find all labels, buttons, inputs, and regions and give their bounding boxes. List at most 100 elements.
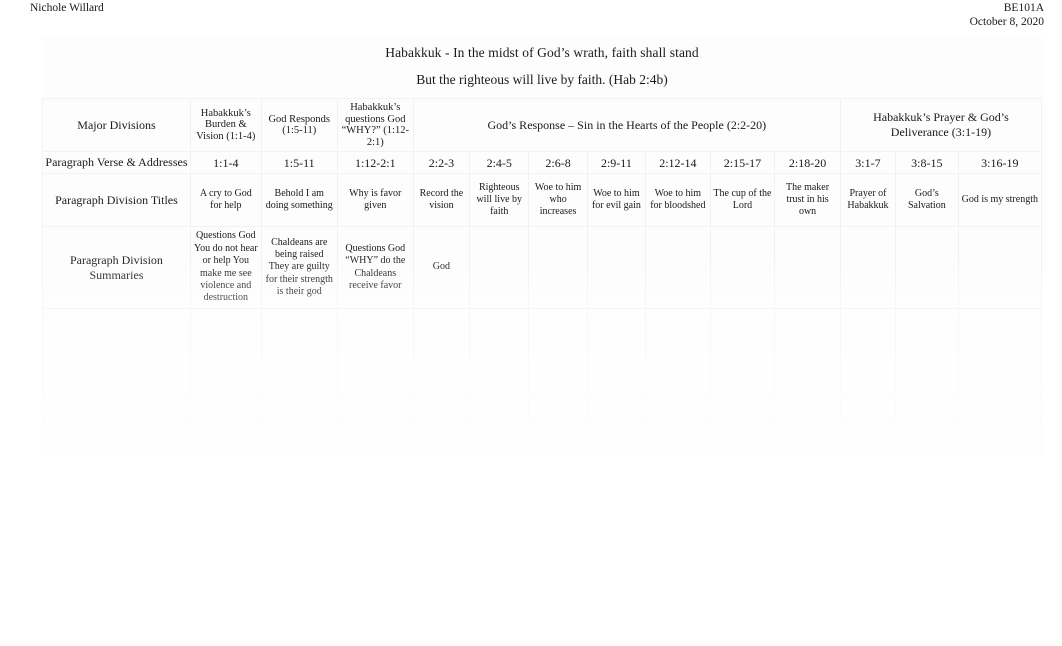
major-division-cell-2: God Responds (1:5-11) xyxy=(260,97,338,153)
lesson-cell-3 xyxy=(336,392,414,423)
verse-address-cell-12: 3:8-15 xyxy=(895,151,959,175)
division-title-cell-7: Woe to him for evil gain xyxy=(586,173,647,228)
document-subtitle: But the righteous will live by faith. (H… xyxy=(416,72,668,87)
division-title-cell-9: The cup of the Lord xyxy=(709,173,776,228)
application-cell-11 xyxy=(839,421,897,454)
observation-cell-5 xyxy=(469,307,530,394)
division-summary-cell-4: God xyxy=(412,226,471,309)
bottom-note xyxy=(48,486,1028,488)
major-division-cell-4: God’s Response – Sin in the Hearts of th… xyxy=(412,97,841,153)
lesson-cell-1 xyxy=(189,392,262,423)
application-cell-6 xyxy=(528,421,588,454)
verse-address-cell-3: 1:12-2:1 xyxy=(336,151,414,175)
table-row-division-summaries: Paragraph Division Summaries Questions G… xyxy=(42,226,1043,309)
division-title-cell-8: Woe to him for bloodshed xyxy=(645,173,711,228)
verse-address-cell-10: 2:18-20 xyxy=(774,151,841,175)
application-cell-8 xyxy=(645,421,711,454)
division-title-cell-13: God is my strength xyxy=(957,173,1043,228)
lesson-cell-13 xyxy=(957,392,1043,423)
verse-address-cell-2: 1:5-11 xyxy=(260,151,338,175)
verse-address-cell-13: 3:16-19 xyxy=(957,151,1043,175)
observation-cell-2 xyxy=(260,307,338,394)
observation-cell-10 xyxy=(774,307,841,394)
table-row-major-divisions: Major Divisions Habakkuk’s Burden & Visi… xyxy=(42,97,1043,153)
habakkuk-chart-table: Major Divisions Habakkuk’s Burden & Visi… xyxy=(42,97,1043,454)
verse-address-cell-6: 2:6-8 xyxy=(528,151,588,175)
division-summary-cell-7 xyxy=(586,226,647,309)
lesson-cell-4 xyxy=(412,392,471,423)
division-summary-cell-1: Questions God You do not hear or help Yo… xyxy=(189,226,262,309)
observation-cell-13 xyxy=(957,307,1043,394)
verse-address-cell-9: 2:15-17 xyxy=(709,151,776,175)
course-code: BE101A xyxy=(1003,2,1044,14)
row-label-division-titles: Paragraph Division Titles xyxy=(42,173,191,228)
verse-address-cell-1: 1:1-4 xyxy=(189,151,262,175)
page-header-left: Nichole Willard xyxy=(30,2,104,16)
division-title-cell-3: Why is favor given xyxy=(336,173,414,228)
division-title-cell-2: Behold I am doing something xyxy=(260,173,338,228)
lesson-cell-7 xyxy=(586,392,647,423)
title-block: Habakkuk - In the midst of God’s wrath, … xyxy=(42,37,1042,98)
row-label-observations xyxy=(42,307,191,394)
page-header-right: BE101A October 8, 2020 xyxy=(970,2,1044,29)
division-summary-cell-6 xyxy=(528,226,588,309)
verse-address-cell-7: 2:9-11 xyxy=(586,151,647,175)
division-summary-cell-12 xyxy=(895,226,959,309)
division-summary-cell-2: Chaldeans are being raised They are guil… xyxy=(260,226,338,309)
division-summary-cell-5 xyxy=(469,226,530,309)
application-cell-5 xyxy=(469,421,530,454)
division-title-cell-10: The maker trust in his own xyxy=(774,173,841,228)
division-summary-cell-8 xyxy=(645,226,711,309)
observation-cell-3 xyxy=(336,307,414,394)
lesson-cell-9 xyxy=(709,392,776,423)
scan-fade-band-5 xyxy=(0,490,1062,560)
observation-cell-12 xyxy=(895,307,959,394)
application-cell-10 xyxy=(774,421,841,454)
division-summary-cell-11 xyxy=(839,226,897,309)
division-title-cell-11: Prayer of Habakkuk xyxy=(839,173,897,228)
major-division-cell-3: Habakkuk’s questions God “WHY?” (1:12-2:… xyxy=(336,97,414,153)
lesson-cell-10 xyxy=(774,392,841,423)
division-title-cell-4: Record the vision xyxy=(412,173,471,228)
table-row-lessons xyxy=(42,392,1043,423)
lesson-cell-12 xyxy=(895,392,959,423)
lesson-cell-6 xyxy=(528,392,588,423)
verse-address-cell-5: 2:4-5 xyxy=(469,151,530,175)
observation-cell-7 xyxy=(586,307,647,394)
row-label-major-divisions: Major Divisions xyxy=(42,97,191,153)
lesson-cell-2 xyxy=(260,392,338,423)
major-division-cell-5: Habakkuk’s Prayer & God’s Deliverance (3… xyxy=(839,97,1043,153)
verse-address-cell-4: 2:2-3 xyxy=(412,151,471,175)
lesson-cell-8 xyxy=(645,392,711,423)
division-title-cell-5: Righteous will live by faith xyxy=(469,173,530,228)
division-summary-cell-9 xyxy=(709,226,776,309)
division-title-cell-1: A cry to God for help xyxy=(189,173,262,228)
application-cell-3 xyxy=(336,421,414,454)
chart-sheet: Habakkuk - In the midst of God’s wrath, … xyxy=(42,37,1043,454)
row-label-lessons xyxy=(42,392,191,423)
application-cell-13 xyxy=(957,421,1043,454)
application-cell-9 xyxy=(709,421,776,454)
document-date: October 8, 2020 xyxy=(969,15,1044,28)
lesson-cell-11 xyxy=(839,392,897,423)
application-cell-4 xyxy=(412,421,471,454)
major-division-cell-1: Habakkuk’s Burden & Vision (1:1-4) xyxy=(189,97,262,153)
observation-cell-4 xyxy=(412,307,471,394)
observation-cell-8 xyxy=(645,307,711,394)
observation-cell-9 xyxy=(709,307,776,394)
division-summary-cell-3: Questions God “WHY” do the Chaldeans rec… xyxy=(336,226,414,309)
application-cell-1 xyxy=(189,421,262,454)
verse-address-cell-8: 2:12-14 xyxy=(645,151,711,175)
row-label-verse-addresses: Paragraph Verse & Addresses xyxy=(42,151,191,175)
application-cell-7 xyxy=(586,421,647,454)
observation-cell-1 xyxy=(189,307,262,394)
document-title: Habakkuk - In the midst of God’s wrath, … xyxy=(385,45,699,60)
division-summary-cell-13 xyxy=(957,226,1043,309)
page-header: Nichole Willard BE101A October 8, 2020 xyxy=(0,0,1062,34)
division-title-cell-12: God’s Salvation xyxy=(895,173,959,228)
student-name: Nichole Willard xyxy=(30,2,104,14)
lesson-cell-5 xyxy=(469,392,530,423)
verse-address-cell-11: 3:1-7 xyxy=(839,151,897,175)
scan-fade-band-6 xyxy=(0,560,1062,646)
table-row-verse-addresses: Paragraph Verse & Addresses 1:1-4 1:5-11… xyxy=(42,151,1043,175)
